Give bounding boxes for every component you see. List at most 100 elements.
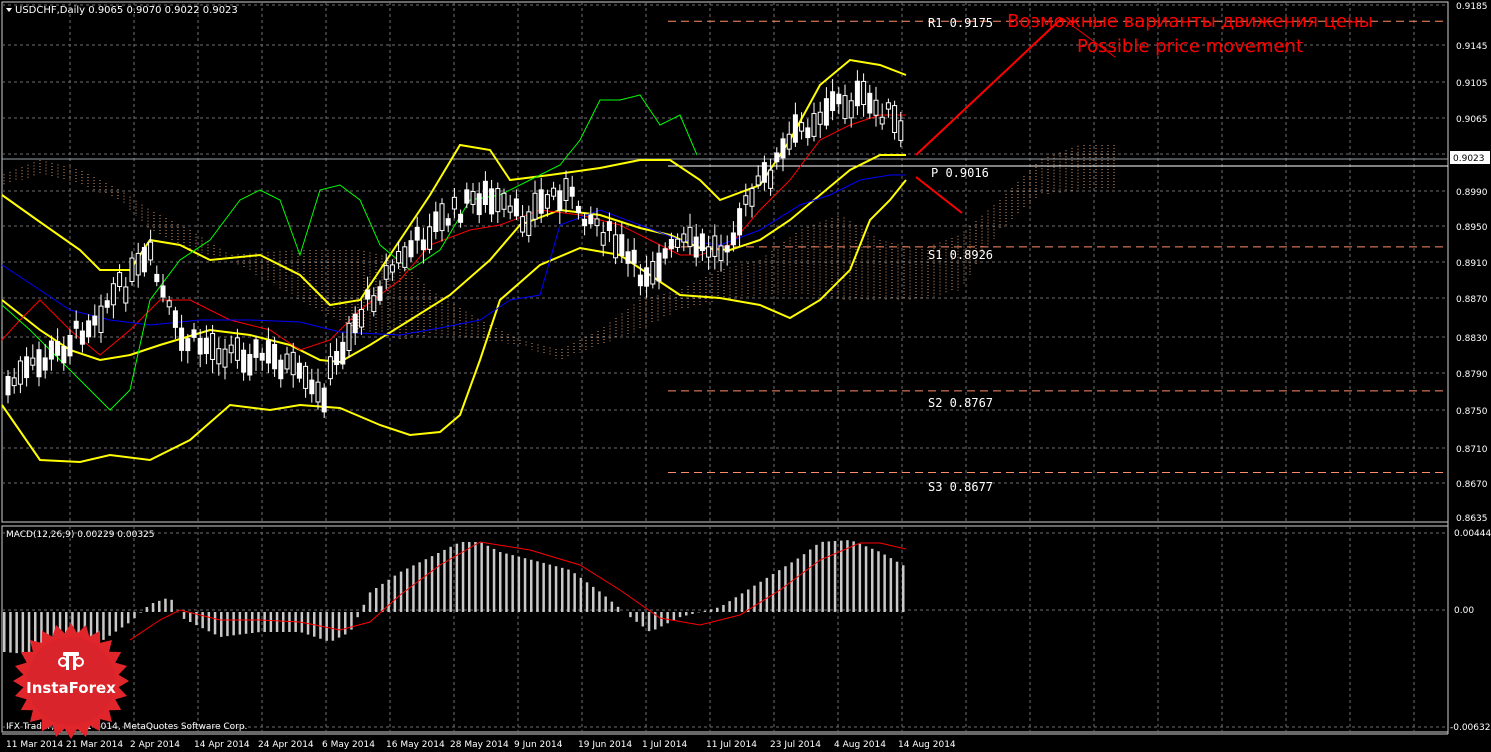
- bear-candle: [191, 329, 197, 338]
- bear-candle: [761, 162, 767, 183]
- macd-bar: [864, 546, 868, 612]
- bull-candle: [396, 251, 402, 264]
- bear-candle: [377, 286, 383, 301]
- bull-candle: [563, 178, 569, 201]
- macd-bar: [759, 581, 762, 612]
- macd-bar: [251, 612, 254, 633]
- bear-candle: [265, 340, 271, 364]
- date-tick: 23 Jul 2014: [770, 740, 821, 750]
- bear-candle: [340, 341, 346, 365]
- macd-bar: [809, 549, 812, 612]
- bull-candle: [216, 348, 222, 365]
- bull-candle: [526, 211, 532, 236]
- macd-bar: [548, 564, 552, 612]
- bear-candle: [241, 349, 247, 373]
- bear-candle: [774, 152, 780, 163]
- macd-bar: [827, 541, 831, 612]
- bear-candle: [203, 337, 209, 355]
- macd-bar: [430, 556, 434, 612]
- macd-bar: [858, 543, 862, 612]
- bull-candle: [811, 113, 817, 137]
- date-tick: 1 Jul 2014: [642, 740, 687, 750]
- bull-candle: [613, 234, 619, 259]
- macd-bar: [703, 610, 707, 612]
- bull-candle: [755, 175, 761, 186]
- brand-label: InstaForex: [26, 679, 116, 697]
- bull-candle: [303, 365, 309, 389]
- macd-bar: [604, 596, 607, 612]
- macd-bar: [883, 554, 886, 612]
- pivot-r1-label: R1 0.9175: [928, 16, 993, 30]
- bull-candle: [520, 216, 526, 233]
- bear-candle: [352, 313, 358, 334]
- bear-candle: [656, 252, 662, 282]
- bull-candle: [11, 377, 17, 387]
- bear-candle: [780, 138, 786, 159]
- price-tick: 0.8635: [1456, 514, 1488, 524]
- macd-bar: [666, 612, 669, 624]
- date-axis: 11 Mar 2014 21 Mar 2014 2 Apr 2014 14 Ap…: [6, 740, 956, 750]
- chart-area[interactable]: USDCHF,Daily 0.9065 0.9070 0.9022 0.9023…: [0, 0, 1491, 752]
- price-axis: 0.9185 0.9145 0.9105 0.9065 0.8990 0.895…: [1450, 2, 1490, 524]
- bull-candle: [600, 232, 606, 246]
- macd-bar: [505, 553, 508, 612]
- bear-candle: [296, 362, 302, 379]
- date-tick: 19 Jun 2014: [578, 740, 632, 750]
- price-tick: 0.8790: [1456, 370, 1488, 380]
- price-tick: 0.8910: [1456, 259, 1488, 269]
- bear-candle: [154, 273, 160, 283]
- macd-bar: [852, 541, 855, 612]
- macd-bar: [319, 612, 322, 639]
- price-tick: 0.9065: [1456, 115, 1488, 125]
- bull-candle: [234, 337, 240, 361]
- macd-bar: [647, 612, 651, 632]
- bear-candle: [830, 91, 836, 112]
- bull-candle: [129, 257, 135, 282]
- macd-bar: [418, 562, 421, 612]
- macd-axis-top: 0.00444: [1454, 529, 1491, 539]
- macd-bar: [474, 542, 477, 612]
- macd-bar: [139, 612, 142, 613]
- bear-candle: [334, 350, 340, 366]
- down-arrow: [915, 176, 963, 214]
- date-tick: 2 Apr 2014: [130, 740, 180, 750]
- bull-candle: [315, 381, 321, 403]
- macd-bar: [685, 612, 688, 616]
- macd-bar: [182, 612, 186, 619]
- bear-candle: [482, 180, 488, 205]
- bull-candle: [675, 238, 681, 248]
- bear-candle: [61, 345, 67, 364]
- tenkan-sen: [1, 114, 906, 356]
- bear-candle: [433, 211, 439, 233]
- macd-bar: [362, 604, 366, 612]
- macd-bar: [164, 598, 167, 612]
- bear-candle: [588, 214, 594, 225]
- price-tick: 0.8870: [1456, 295, 1488, 305]
- bull-candle: [135, 252, 141, 276]
- macd-bar: [201, 612, 204, 629]
- macd-bar: [443, 549, 446, 612]
- macd-bar: [771, 574, 775, 612]
- pivot-s2-label: S2 0.8767: [928, 396, 993, 410]
- macd-bar: [790, 562, 793, 612]
- macd-bar: [616, 606, 620, 612]
- bull-candle: [749, 187, 755, 207]
- bear-candle: [792, 114, 798, 143]
- price-tick: 0.9145: [1456, 42, 1488, 52]
- price-tick: 0.8710: [1456, 445, 1488, 455]
- macd-bar: [641, 612, 645, 627]
- macd-bar: [784, 566, 787, 612]
- macd-bar: [716, 607, 719, 612]
- macd-bar: [269, 612, 273, 632]
- macd-bar: [381, 583, 384, 612]
- date-tick: 28 May 2014: [450, 740, 509, 750]
- bear-candle: [557, 190, 563, 212]
- bear-candle: [104, 300, 110, 308]
- annotation-russian: Возможные варианты движения цены: [1007, 11, 1373, 32]
- macd-bar: [523, 558, 527, 612]
- macd-pane-frame: [1, 525, 1449, 733]
- bear-candle: [365, 289, 371, 300]
- collapse-triangle-icon[interactable]: [6, 8, 12, 12]
- bull-candle: [842, 95, 848, 120]
- bull-candle: [861, 80, 867, 106]
